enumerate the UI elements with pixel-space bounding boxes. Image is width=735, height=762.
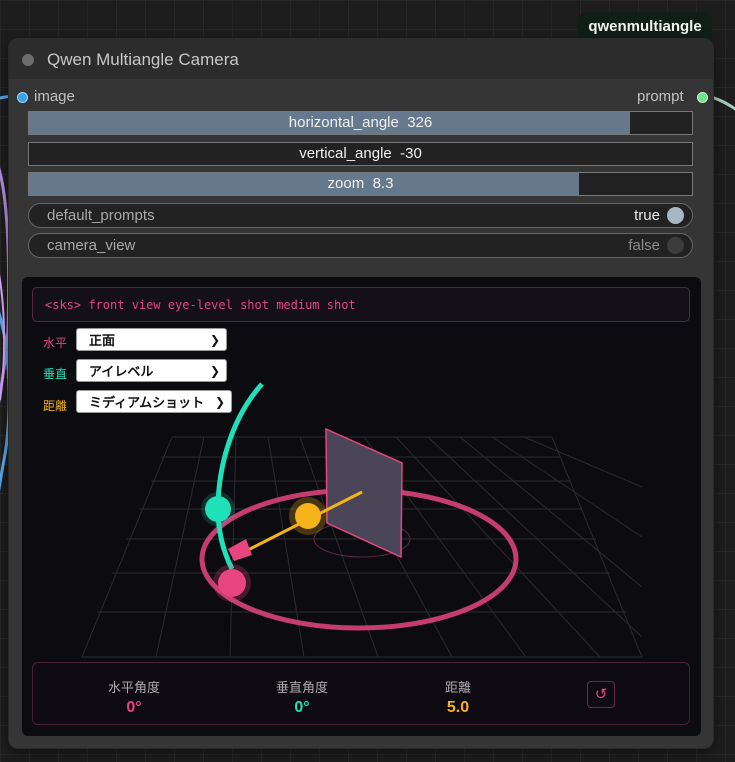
image-input-slot[interactable] <box>17 92 28 103</box>
distance-stat: 距離 5.0 <box>413 677 503 717</box>
stat-value: 0° <box>126 699 142 716</box>
camera-body-icon <box>228 539 252 561</box>
horizontal-view-select[interactable]: 正面 ❯ <box>76 328 227 351</box>
stat-value: 5.0 <box>446 699 470 716</box>
select-value: 正面 <box>89 333 116 348</box>
toggle-knob-icon <box>667 237 684 254</box>
reset-button[interactable]: ↺ <box>587 681 615 708</box>
slider-value: -30 <box>400 145 422 162</box>
node-header[interactable]: Qwen Multiangle Camera <box>9 39 713 79</box>
chevron-down-icon: ❯ <box>209 364 220 378</box>
slider-value: 8.3 <box>372 175 394 192</box>
camera-view-toggle[interactable]: camera_view false <box>28 233 693 258</box>
default-prompts-toggle[interactable]: default_prompts true <box>28 203 693 228</box>
select-value: ミディアムショット <box>89 395 205 410</box>
vertical-angle-handle[interactable] <box>205 496 231 522</box>
horizontal-angle-handle[interactable] <box>218 569 246 597</box>
toggle-name: default_prompts <box>47 207 155 224</box>
image-input-label: image <box>34 88 75 105</box>
horizontal-select-label: 水平 <box>43 336 68 350</box>
node-type-badge: qwenmultiangle <box>578 12 712 42</box>
horizontal-angle-slider[interactable]: horizontal_angle 326 <box>28 111 693 135</box>
vertical-view-select[interactable]: アイレベル ❯ <box>76 359 227 382</box>
distance-shot-select[interactable]: ミディアムショット ❯ <box>76 390 232 413</box>
generated-prompt-display: <sks> front view eye-level shot medium s… <box>32 287 690 322</box>
distance-handle[interactable] <box>295 503 321 529</box>
chevron-down-icon: ❯ <box>209 333 220 347</box>
slider-name: zoom <box>327 175 365 192</box>
slider-name: horizontal_angle <box>288 114 399 131</box>
toggle-value: false <box>628 237 660 254</box>
distance-select-label: 距離 <box>43 399 68 413</box>
node-title: Qwen Multiangle Camera <box>47 50 239 69</box>
slider-value: 326 <box>407 114 433 131</box>
prompt-output-label: prompt <box>637 88 684 105</box>
toggle-name: camera_view <box>47 237 136 254</box>
subject-plane <box>325 427 403 559</box>
zoom-slider[interactable]: zoom 8.3 <box>28 172 693 196</box>
refresh-icon: ↺ <box>594 686 608 703</box>
prompt-output-slot[interactable] <box>697 92 708 103</box>
vertical-angle-slider[interactable]: vertical_angle -30 <box>28 142 693 166</box>
collapse-dot-icon[interactable] <box>22 54 34 66</box>
stat-value: 0° <box>294 699 310 716</box>
qwen-multiangle-camera-node[interactable]: Qwen Multiangle Camera image prompt hori… <box>9 39 713 748</box>
chevron-down-icon: ❯ <box>214 395 225 409</box>
toggle-value: true <box>634 207 660 224</box>
camera-3d-panel[interactable]: <sks> front view eye-level shot medium s… <box>22 277 701 736</box>
stat-label: 垂直角度 <box>275 680 328 695</box>
toggle-knob-icon <box>667 207 684 224</box>
slider-name: vertical_angle <box>299 145 392 162</box>
vertical-select-label: 垂直 <box>43 367 68 381</box>
vertical-angle-stat: 垂直角度 0° <box>257 677 347 717</box>
stat-label: 水平角度 <box>107 680 160 695</box>
angle-stats-bar: 水平角度 0° 垂直角度 0° 距離 5.0 ↺ <box>32 662 690 725</box>
stat-label: 距離 <box>444 680 471 695</box>
horizontal-angle-stat: 水平角度 0° <box>89 677 179 717</box>
select-value: アイレベル <box>89 364 154 379</box>
